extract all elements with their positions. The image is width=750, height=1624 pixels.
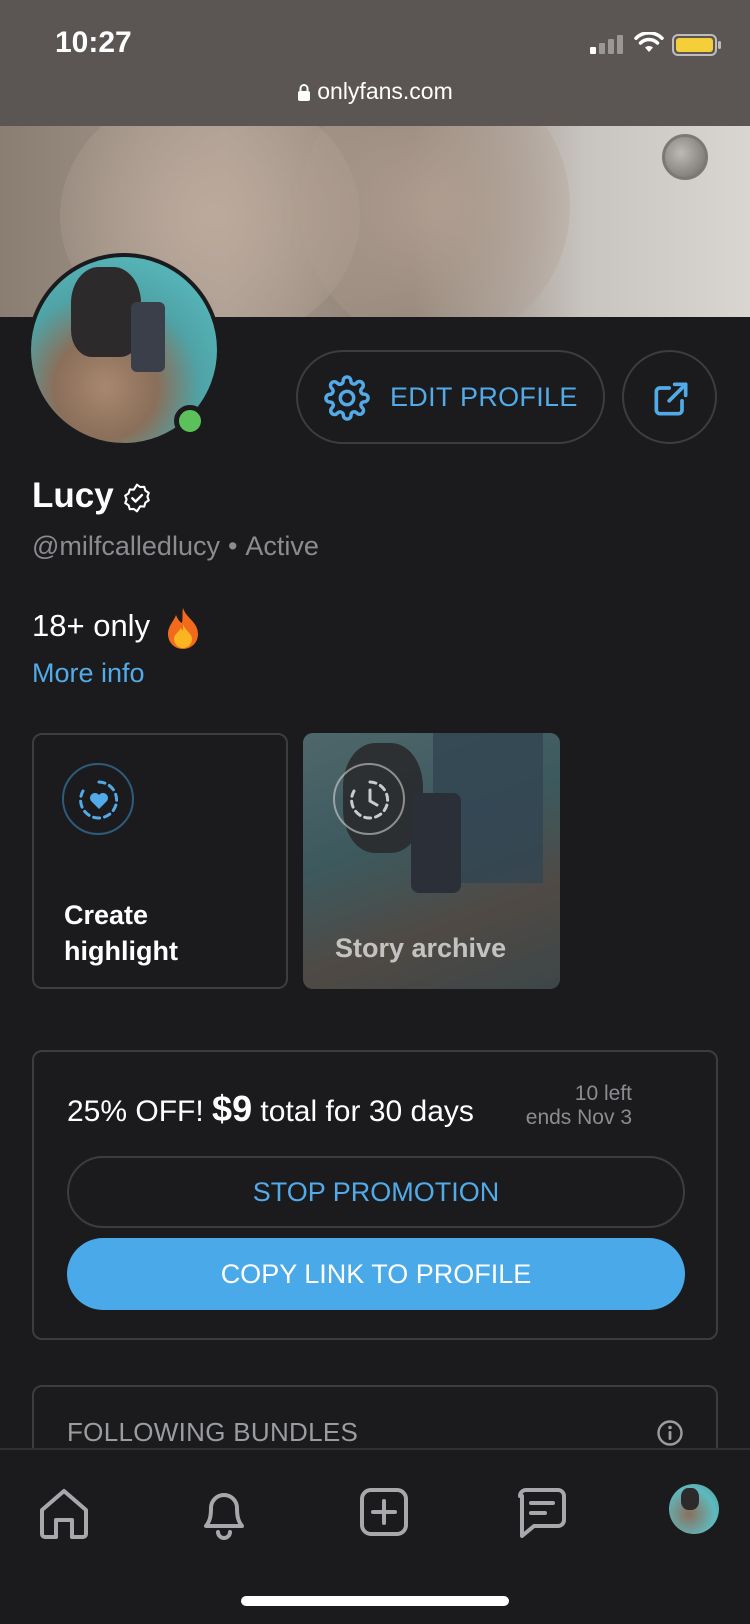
promotion-card: 25% OFF! $9 total for 30 days 10 left en… [32, 1050, 718, 1340]
lock-icon [298, 84, 311, 101]
create-highlight-card[interactable]: Create highlight [32, 733, 288, 989]
signal-icon [590, 35, 623, 54]
home-icon[interactable] [36, 1486, 92, 1540]
add-post-icon[interactable] [358, 1486, 410, 1538]
story-archive-card[interactable]: Story archive [303, 733, 560, 989]
profile-handle-row: @milfcalledlucy • Active [32, 531, 319, 562]
promotion-title: 25% OFF! $9 total for 30 days [67, 1088, 474, 1130]
messages-icon[interactable] [516, 1486, 568, 1540]
bio-text: 18+ only [32, 608, 151, 643]
bundles-title: FOLLOWING BUNDLES [67, 1417, 359, 1447]
story-archive-label: Story archive [335, 933, 507, 963]
online-status-dot [174, 405, 206, 437]
status-bar: 10:27 onlyfans.com [0, 0, 750, 126]
verified-badge-icon [124, 483, 150, 513]
heart-circle-icon [79, 780, 119, 820]
bell-icon[interactable] [196, 1486, 252, 1542]
promotion-remaining: 10 left [574, 1082, 632, 1105]
fire-emoji-icon [168, 608, 198, 649]
status-time: 10:27 [55, 26, 132, 59]
promotion-suffix: total for 30 days [252, 1095, 474, 1128]
profile-handle: @milfcalledlucy [32, 531, 220, 561]
clock-history-icon [350, 780, 390, 820]
profile-status: Active [245, 531, 319, 561]
edit-profile-button[interactable]: EDIT PROFILE [296, 350, 605, 444]
share-button[interactable] [622, 350, 717, 444]
copy-link-button[interactable]: COPY LINK TO PROFILE [67, 1238, 685, 1310]
profile-avatar[interactable] [669, 1484, 719, 1534]
promotion-prefix: 25% OFF! [67, 1095, 213, 1128]
gear-icon [324, 375, 370, 421]
url-text: onlyfans.com [317, 78, 453, 104]
info-icon[interactable] [656, 1419, 684, 1447]
promotion-meta: 10 left ends Nov 3 [526, 1082, 632, 1130]
promotion-price: $9 [212, 1088, 253, 1129]
create-highlight-line2: highlight [64, 936, 178, 966]
promotion-ends: ends Nov 3 [525, 1106, 632, 1129]
battery-icon [672, 34, 721, 56]
profile-name: Lucy [32, 476, 114, 515]
home-indicator [241, 1596, 509, 1606]
story-archive-icon-wrap [333, 763, 405, 835]
address-bar[interactable]: onlyfans.com [0, 78, 750, 105]
stop-promotion-button[interactable]: STOP PROMOTION [67, 1156, 685, 1228]
create-highlight-icon-wrap [62, 763, 134, 835]
create-highlight-label: Create highlight [64, 897, 178, 969]
edit-profile-label: EDIT PROFILE [390, 382, 578, 412]
separator-dot: • [227, 531, 238, 561]
wifi-icon [634, 32, 664, 52]
create-highlight-line1: Create [64, 900, 149, 930]
more-info-link[interactable]: More info [32, 658, 145, 689]
share-icon [654, 382, 688, 416]
